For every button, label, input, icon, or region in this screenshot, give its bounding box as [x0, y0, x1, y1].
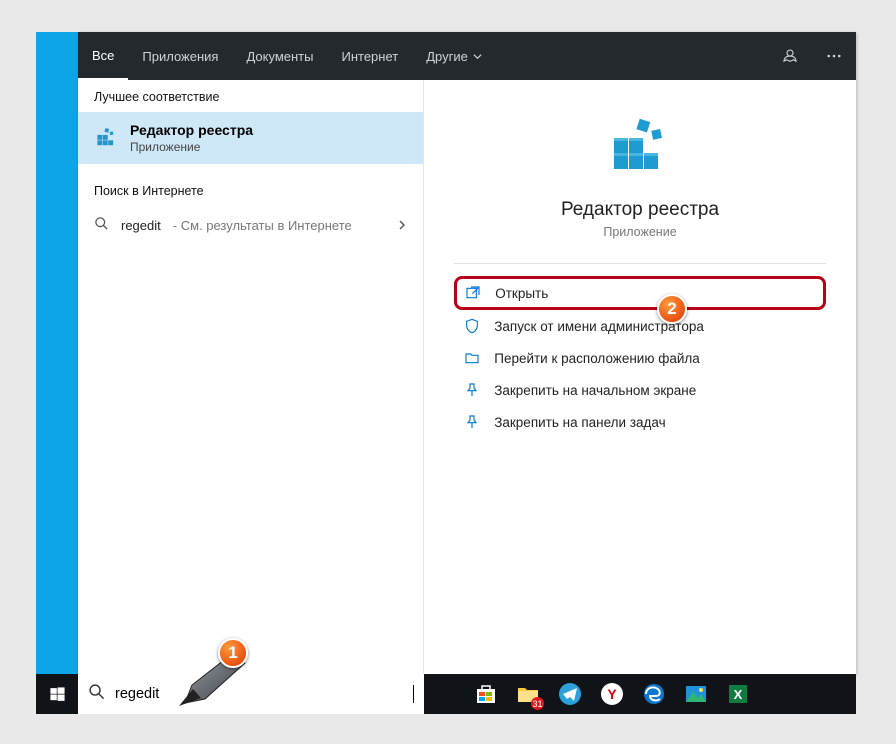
start-button[interactable] — [36, 674, 78, 714]
details-subtitle: Приложение — [603, 225, 676, 239]
search-results-window: Все Приложения Документы Интернет Другие… — [78, 32, 856, 674]
telegram-icon — [558, 682, 582, 706]
search-input[interactable] — [115, 686, 411, 702]
best-match-subtitle: Приложение — [130, 140, 253, 154]
notification-badge: 31 — [531, 697, 544, 710]
action-open[interactable]: Открыть — [454, 276, 826, 310]
web-search-header: Поиск в Интернете — [78, 174, 423, 206]
pin-icon — [464, 414, 480, 430]
taskbar: 31 Y X — [36, 674, 856, 714]
action-pin-taskbar-label: Закрепить на панели задач — [494, 415, 665, 430]
search-icon — [94, 216, 109, 234]
taskbar-app-yandex[interactable]: Y — [592, 674, 632, 714]
divider — [454, 263, 826, 264]
tab-all[interactable]: Все — [78, 32, 128, 80]
tab-other-label: Другие — [426, 49, 468, 64]
web-search-item[interactable]: regedit - См. результаты в Интернете — [78, 206, 423, 244]
best-match-item[interactable]: Редактор реестра Приложение — [78, 112, 423, 164]
taskbar-app-store[interactable] — [466, 674, 506, 714]
photos-icon — [684, 682, 708, 706]
chevron-right-icon — [397, 218, 407, 233]
tab-apps[interactable]: Приложения — [128, 32, 232, 80]
web-search-suffix: - См. результаты в Интернете — [173, 218, 352, 233]
action-run-as-admin[interactable]: Запуск от имени администратора — [454, 310, 826, 342]
store-icon — [474, 682, 498, 706]
pin-icon — [464, 382, 480, 398]
text-cursor — [413, 685, 414, 703]
best-match-title: Редактор реестра — [130, 122, 253, 138]
details-title: Редактор реестра — [561, 199, 719, 221]
svg-text:Y: Y — [607, 686, 617, 702]
shield-icon — [464, 318, 480, 334]
details-panel: Редактор реестра Приложение Открыть Запу… — [424, 80, 856, 674]
edge-icon — [642, 682, 666, 706]
taskbar-app-photos[interactable] — [676, 674, 716, 714]
tab-web[interactable]: Интернет — [327, 32, 412, 80]
windows-logo-icon — [49, 686, 66, 703]
web-search-term: regedit — [121, 218, 161, 233]
action-open-label: Открыть — [495, 286, 548, 301]
annotation-step-1: 1 — [218, 638, 248, 668]
taskbar-app-excel[interactable]: X — [718, 674, 758, 714]
open-icon — [465, 285, 481, 301]
action-pin-start-label: Закрепить на начальном экране — [494, 383, 696, 398]
registry-editor-large-icon — [604, 108, 676, 185]
registry-editor-icon — [92, 123, 118, 154]
taskbar-app-file-explorer[interactable]: 31 — [508, 674, 548, 714]
action-open-file-location[interactable]: Перейти к расположению файла — [454, 342, 826, 374]
results-left-column: Лучшее соответствие Редактор реестра При… — [78, 80, 424, 674]
taskbar-app-telegram[interactable] — [550, 674, 590, 714]
yandex-icon: Y — [600, 682, 624, 706]
search-filter-tabs: Все Приложения Документы Интернет Другие — [78, 32, 856, 80]
taskbar-search-box[interactable] — [78, 674, 424, 714]
tab-other[interactable]: Другие — [412, 32, 496, 80]
action-file-location-label: Перейти к расположению файла — [494, 351, 700, 366]
action-pin-to-start[interactable]: Закрепить на начальном экране — [454, 374, 826, 406]
feedback-icon[interactable] — [768, 32, 812, 80]
accent-strip — [36, 32, 78, 674]
annotation-step-2: 2 — [657, 294, 687, 324]
taskbar-app-edge[interactable] — [634, 674, 674, 714]
search-icon — [88, 683, 105, 705]
excel-icon: X — [726, 682, 750, 706]
tab-documents[interactable]: Документы — [232, 32, 327, 80]
action-pin-to-taskbar[interactable]: Закрепить на панели задач — [454, 406, 826, 438]
svg-text:X: X — [734, 687, 743, 702]
best-match-header: Лучшее соответствие — [78, 80, 423, 112]
folder-icon — [464, 350, 480, 366]
chevron-down-icon — [473, 49, 482, 64]
more-options-icon[interactable] — [812, 32, 856, 80]
